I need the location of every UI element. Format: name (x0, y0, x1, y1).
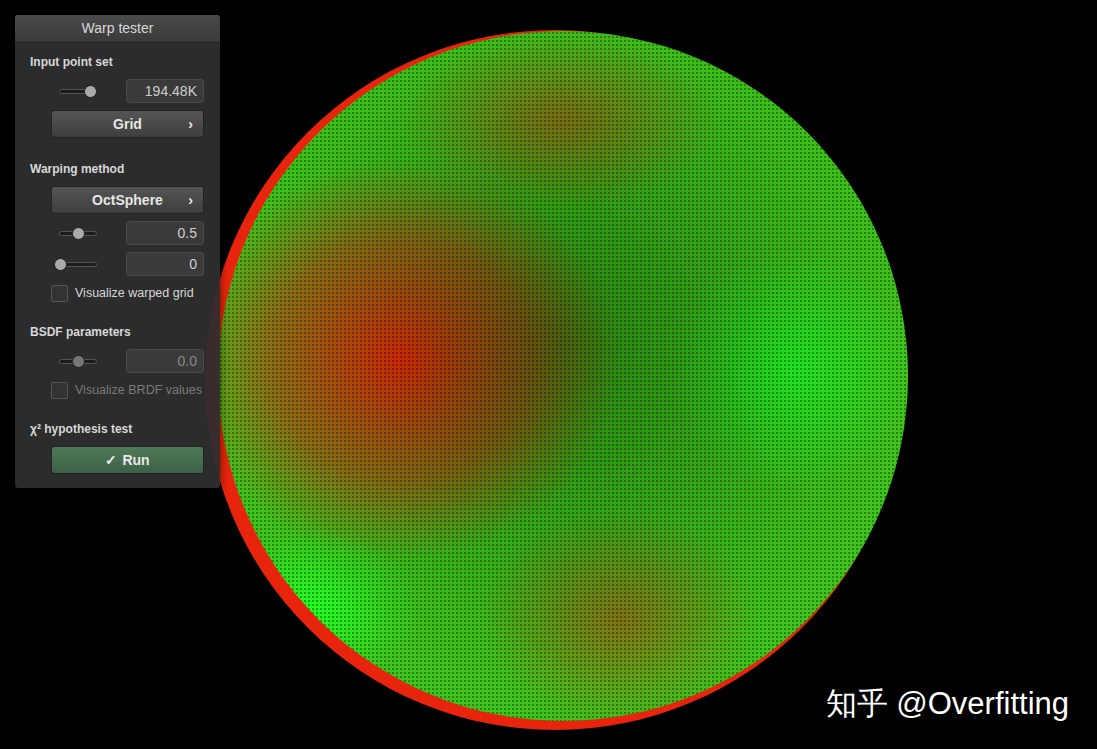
run-label: Run (122, 450, 149, 471)
slider-track[interactable] (59, 231, 97, 236)
slider-row: 0 (51, 252, 204, 276)
check-icon: ✓ (105, 450, 117, 471)
dropdown[interactable]: Grid › (51, 110, 204, 138)
checkbox-box[interactable] (51, 382, 68, 399)
slider-knob[interactable] (72, 355, 85, 368)
value-field[interactable]: 0 (126, 252, 204, 276)
slider-row: 0.0 (51, 349, 204, 373)
slider-track[interactable] (59, 262, 97, 267)
slider-row: 194.48K (51, 79, 204, 103)
panel-header[interactable]: Warp tester (15, 15, 220, 43)
checkbox-box[interactable] (51, 285, 68, 302)
watermark: 知乎 @Overfitting (826, 688, 1069, 719)
chevron-icon: › (188, 114, 193, 135)
chevron-icon: › (188, 190, 193, 211)
section-label: χ² hypothesis test (15, 420, 220, 438)
value-field[interactable]: 194.48K (126, 79, 204, 103)
section-label: Warping method (15, 160, 220, 178)
warp-tester-screen: Warp tester Input point set 194.48K Grid › Wa… (0, 0, 1097, 749)
checkbox-label: Visualize BRDF values (75, 381, 202, 400)
slider-track[interactable] (59, 359, 97, 364)
value-field[interactable]: 0.5 (126, 221, 204, 245)
run-button[interactable]: ✓Run (51, 446, 204, 474)
checkbox-row[interactable]: Visualize BRDF values (51, 380, 204, 400)
warp-tester-panel: Warp tester Input point set 194.48K Grid › Wa… (15, 15, 220, 488)
dropdown-label: OctSphere (92, 190, 163, 211)
slider-knob[interactable] (72, 227, 85, 240)
section-label: BSDF parameters (15, 323, 220, 341)
value-field[interactable]: 0.0 (126, 349, 204, 373)
slider-knob[interactable] (84, 85, 97, 98)
checkbox-row[interactable]: Visualize warped grid (51, 283, 204, 303)
dropdown-label: Grid (113, 114, 142, 135)
section-label: Input point set (15, 53, 220, 71)
slider-row: 0.5 (51, 221, 204, 245)
slider-track[interactable] (59, 89, 97, 94)
dropdown[interactable]: OctSphere › (51, 186, 204, 214)
checkbox-label: Visualize warped grid (75, 284, 194, 303)
slider-knob[interactable] (54, 258, 67, 271)
